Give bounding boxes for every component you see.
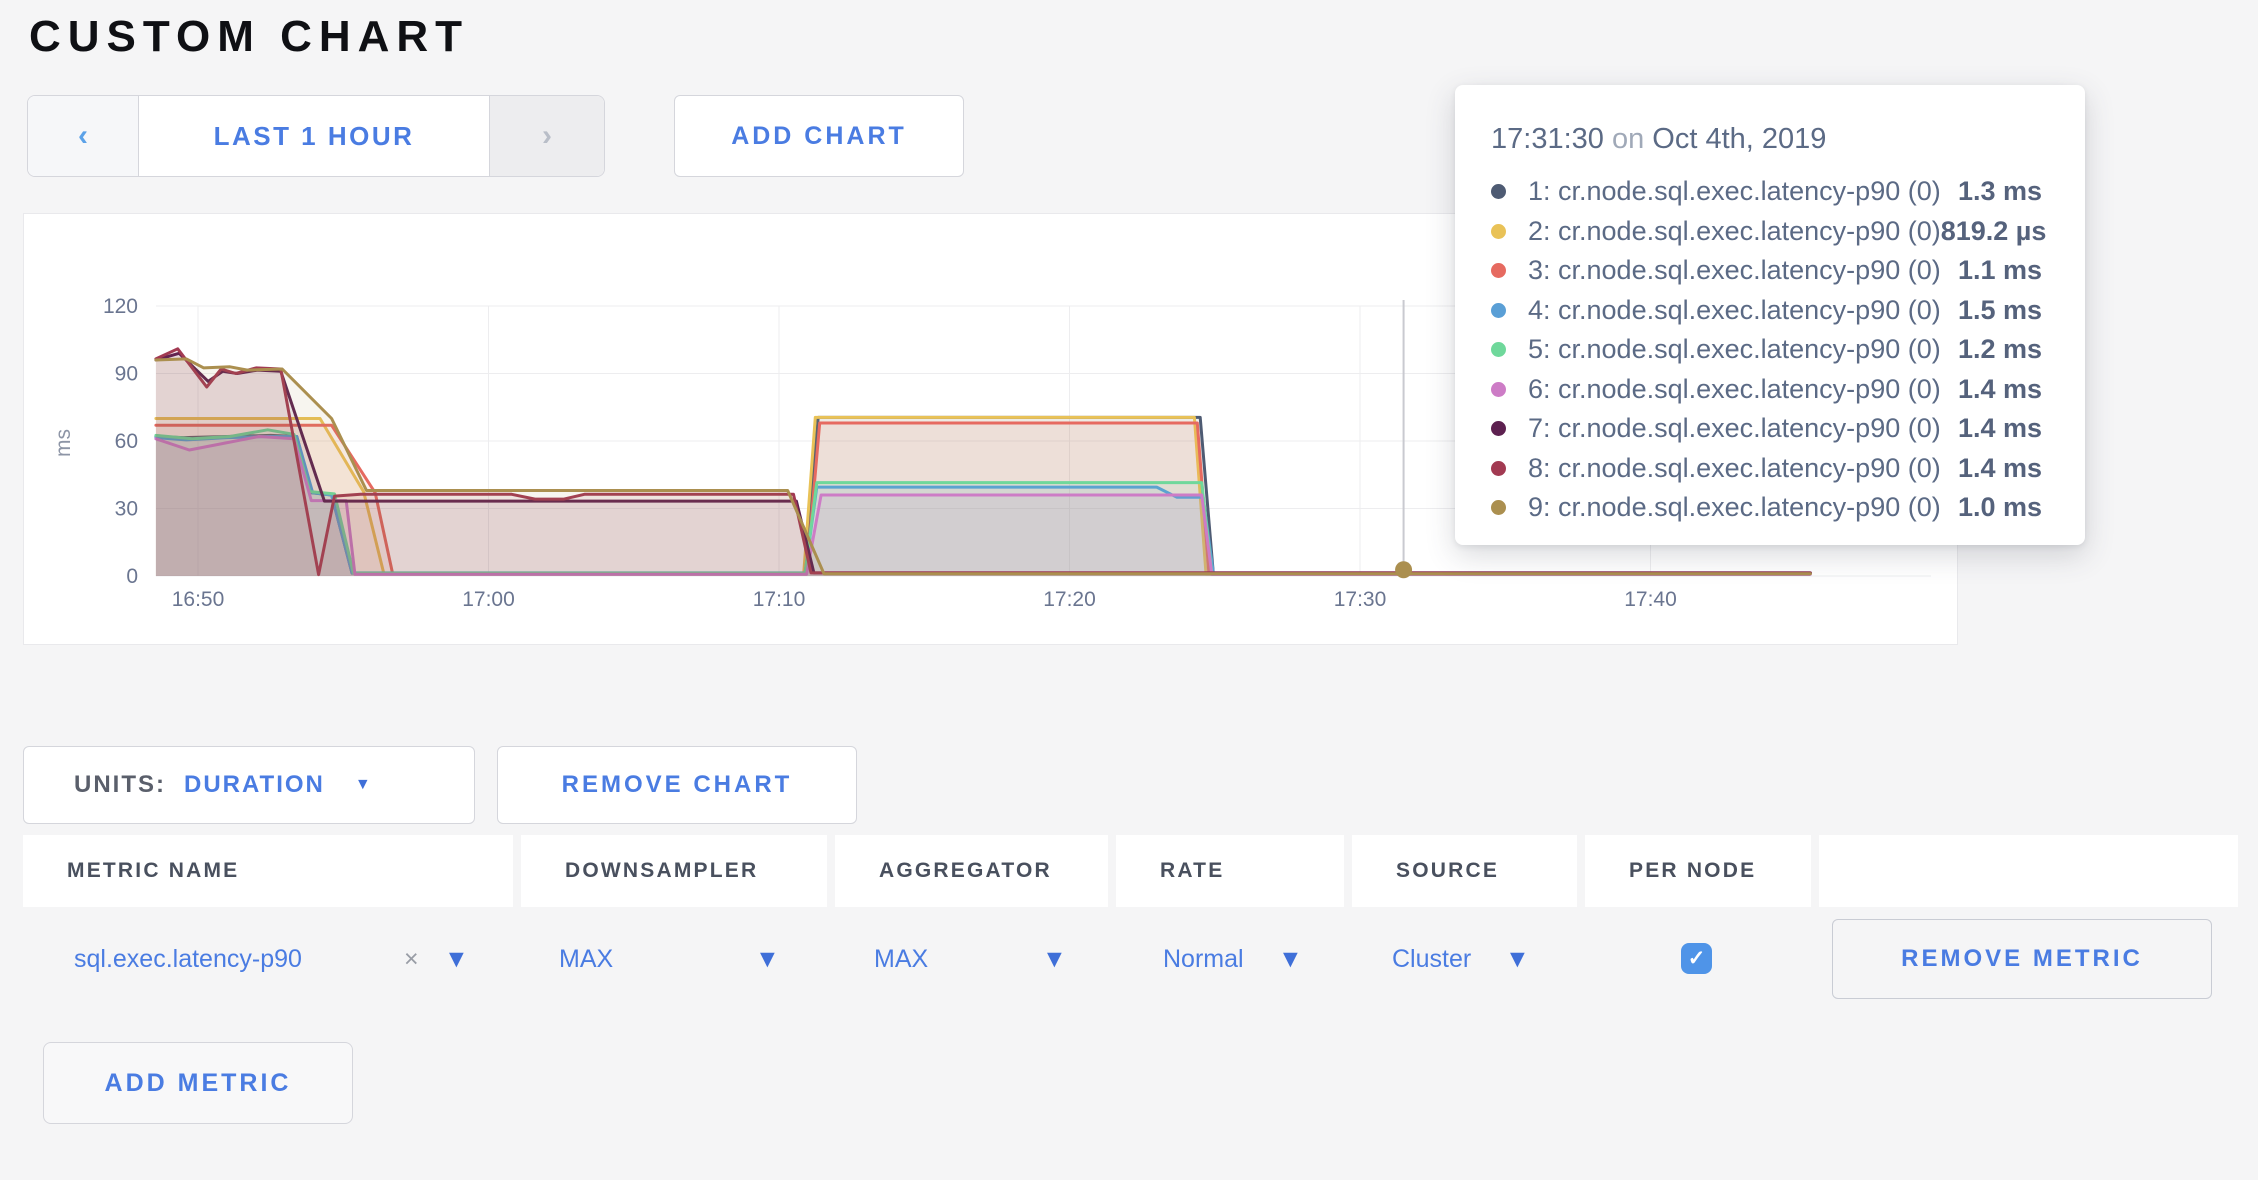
aggregator-select[interactable]: MAX — [874, 907, 928, 1011]
tooltip-series-row: 9: cr.node.sql.exec.latency-p90 (0) 1.0 m… — [1491, 488, 2042, 528]
tooltip-series-value: 1.5 ms — [1958, 295, 2042, 326]
column-header-rate: RATE — [1116, 835, 1344, 907]
metric-name-input[interactable]: sql.exec.latency-p90 — [74, 907, 302, 1011]
series-color-dot — [1491, 184, 1506, 199]
remove-metric-button[interactable]: REMOVE METRIC — [1832, 919, 2212, 999]
series-color-dot — [1491, 461, 1506, 476]
tooltip-on-word: on — [1612, 123, 1644, 155]
per-node-checkbox[interactable]: ✓ — [1681, 943, 1712, 974]
chart-hover-tooltip: 17:31:30 on Oct 4th, 2019 1: cr.node.sql… — [1455, 85, 2085, 545]
aggregator-caret-icon[interactable]: ▼ — [1042, 907, 1067, 1011]
tooltip-series-value: 1.4 ms — [1958, 453, 2042, 484]
tooltip-series-label: 1: cr.node.sql.exec.latency-p90 (0) — [1528, 176, 1941, 207]
series-color-dot — [1491, 263, 1506, 278]
tooltip-series-row: 4: cr.node.sql.exec.latency-p90 (0) 1.5 m… — [1491, 291, 2042, 331]
y-axis-tick-label: 30 — [115, 498, 138, 521]
metric-table-row: sql.exec.latency-p90 × ▼ MAX ▼ MAX ▼ Nor… — [0, 907, 2258, 1011]
tooltip-series-value: 1.3 ms — [1958, 176, 2042, 207]
x-axis-tick-label: 17:30 — [1334, 588, 1387, 611]
x-axis-tick-label: 16:50 — [172, 588, 225, 611]
tooltip-series-label: 8: cr.node.sql.exec.latency-p90 (0) — [1528, 453, 1941, 484]
add-chart-button[interactable]: ADD CHART — [674, 95, 964, 177]
y-axis-tick-label: 90 — [115, 363, 138, 386]
series-color-dot — [1491, 224, 1506, 239]
units-selected-value: DURATION — [184, 771, 325, 799]
column-header-actions — [1819, 835, 2238, 907]
y-axis-unit-label: ms — [52, 429, 75, 457]
column-header-source: SOURCE — [1352, 835, 1577, 907]
units-label: UNITS: — [74, 771, 166, 799]
tooltip-series-label: 6: cr.node.sql.exec.latency-p90 (0) — [1528, 374, 1941, 405]
custom-chart-page: CUSTOM CHART ‹ LAST 1 HOUR › ADD CHART 0… — [0, 0, 2258, 1180]
tooltip-series-value: 819.2 µs — [1941, 216, 2047, 247]
x-axis-tick-label: 17:40 — [1624, 588, 1677, 611]
tooltip-series-label: 7: cr.node.sql.exec.latency-p90 (0) — [1528, 413, 1941, 444]
page-title: CUSTOM CHART — [29, 12, 469, 62]
metric-caret-icon[interactable]: ▼ — [444, 907, 469, 1011]
prev-range-button[interactable]: ‹ — [28, 96, 139, 176]
source-caret-icon[interactable]: ▼ — [1505, 907, 1530, 1011]
chevron-right-icon: › — [542, 119, 552, 153]
tooltip-series-row: 3: cr.node.sql.exec.latency-p90 (0) 1.1 m… — [1491, 251, 2042, 291]
tooltip-series-value: 1.4 ms — [1958, 413, 2042, 444]
series-color-dot — [1491, 342, 1506, 357]
series-color-dot — [1491, 421, 1506, 436]
y-axis-tick-label: 120 — [103, 295, 138, 318]
tooltip-series-value: 1.1 ms — [1958, 255, 2042, 286]
chevron-left-icon: ‹ — [78, 119, 88, 153]
y-axis-tick-label: 0 — [126, 565, 138, 588]
series-color-dot — [1491, 382, 1506, 397]
tooltip-date: Oct 4th, 2019 — [1652, 123, 1826, 155]
metric-table-header: METRIC NAME DOWNSAMPLER AGGREGATOR RATE … — [0, 835, 2258, 907]
tooltip-series-label: 3: cr.node.sql.exec.latency-p90 (0) — [1528, 255, 1941, 286]
next-range-button[interactable]: › — [489, 96, 604, 176]
tooltip-series-row: 5: cr.node.sql.exec.latency-p90 (0) 1.2 m… — [1491, 330, 2042, 370]
tooltip-series-label: 2: cr.node.sql.exec.latency-p90 (0) — [1528, 216, 1941, 247]
x-axis-tick-label: 17:20 — [1043, 588, 1096, 611]
time-range-selector: ‹ LAST 1 HOUR › — [27, 95, 605, 177]
remove-chart-button[interactable]: REMOVE CHART — [497, 746, 857, 824]
tooltip-series-row: 8: cr.node.sql.exec.latency-p90 (0) 1.4 m… — [1491, 449, 2042, 489]
x-axis-tick-label: 17:10 — [753, 588, 806, 611]
downsampler-select[interactable]: MAX — [559, 907, 613, 1011]
tooltip-series-list: 1: cr.node.sql.exec.latency-p90 (0) 1.3 m… — [1491, 172, 2042, 528]
tooltip-series-value: 1.0 ms — [1958, 492, 2042, 523]
downsampler-caret-icon[interactable]: ▼ — [755, 907, 780, 1011]
column-header-aggregator: AGGREGATOR — [835, 835, 1108, 907]
tooltip-series-value: 1.4 ms — [1958, 374, 2042, 405]
time-range-dropdown[interactable]: LAST 1 HOUR — [139, 96, 489, 176]
y-axis-tick-label: 60 — [115, 430, 138, 453]
chevron-down-icon: ▼ — [355, 776, 371, 794]
clear-metric-icon[interactable]: × — [404, 907, 419, 1011]
column-header-downsampler: DOWNSAMPLER — [521, 835, 827, 907]
x-axis-tick-label: 17:00 — [462, 588, 515, 611]
units-dropdown[interactable]: UNITS: DURATION ▼ — [23, 746, 475, 824]
rate-select[interactable]: Normal — [1163, 907, 1244, 1011]
tooltip-series-row: 6: cr.node.sql.exec.latency-p90 (0) 1.4 m… — [1491, 370, 2042, 410]
tooltip-series-label: 5: cr.node.sql.exec.latency-p90 (0) — [1528, 334, 1941, 365]
column-header-per-node: PER NODE — [1585, 835, 1811, 907]
tooltip-series-row: 2: cr.node.sql.exec.latency-p90 (0)819.2… — [1491, 212, 2042, 252]
rate-caret-icon[interactable]: ▼ — [1278, 907, 1303, 1011]
series-color-dot — [1491, 500, 1506, 515]
tooltip-time: 17:31:30 — [1491, 123, 1604, 155]
column-header-metric-name: METRIC NAME — [23, 835, 513, 907]
tooltip-series-value: 1.2 ms — [1958, 334, 2042, 365]
add-metric-button[interactable]: ADD METRIC — [43, 1042, 353, 1124]
tooltip-series-row: 7: cr.node.sql.exec.latency-p90 (0) 1.4 m… — [1491, 409, 2042, 449]
checkmark-icon: ✓ — [1688, 946, 1706, 971]
tooltip-series-row: 1: cr.node.sql.exec.latency-p90 (0) 1.3 m… — [1491, 172, 2042, 212]
tooltip-timestamp: 17:31:30 on Oct 4th, 2019 — [1491, 123, 2042, 156]
tooltip-series-label: 9: cr.node.sql.exec.latency-p90 (0) — [1528, 492, 1941, 523]
source-select[interactable]: Cluster — [1392, 907, 1471, 1011]
series-color-dot — [1491, 303, 1506, 318]
tooltip-series-label: 4: cr.node.sql.exec.latency-p90 (0) — [1528, 295, 1941, 326]
hover-data-point — [1395, 561, 1412, 578]
